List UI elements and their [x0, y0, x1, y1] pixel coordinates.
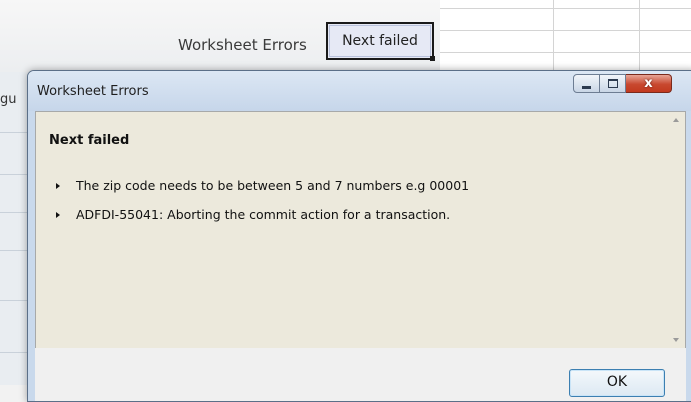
- error-message-text: The zip code needs to be between 5 and 7…: [76, 178, 470, 193]
- minimize-button[interactable]: [573, 74, 600, 93]
- dialog-footer: OK: [35, 348, 686, 401]
- vertical-scrollbar[interactable]: [668, 112, 685, 348]
- bullet-icon: [56, 182, 60, 189]
- error-message-item: The zip code needs to be between 5 and 7…: [56, 178, 469, 193]
- ok-label: OK: [606, 374, 628, 390]
- ok-button[interactable]: OK: [569, 369, 665, 397]
- resize-handle: [430, 56, 435, 61]
- next-failed-label: Next failed: [342, 33, 418, 49]
- worksheet-errors-title: Worksheet Errors: [178, 36, 307, 54]
- minimize-icon: [582, 86, 591, 89]
- maximize-icon: [607, 79, 618, 88]
- close-icon: x: [644, 76, 653, 91]
- dialog-title: Worksheet Errors: [37, 84, 149, 99]
- error-message-text: ADFDI-55041: Aborting the commit action …: [76, 207, 451, 222]
- clipped-label: gu: [0, 92, 17, 107]
- worksheet-errors-dialog: Worksheet Errors x Next failed The zip c…: [27, 70, 691, 402]
- left-panel: [0, 72, 28, 385]
- bullet-icon: [56, 211, 60, 218]
- scroll-down-arrow-icon[interactable]: [673, 338, 679, 342]
- spreadsheet-grid: [440, 0, 691, 72]
- window-controls: x: [573, 74, 672, 94]
- error-message-panel: Next failed The zip code needs to be bet…: [35, 111, 686, 349]
- dialog-titlebar[interactable]: Worksheet Errors x: [28, 71, 691, 111]
- close-button[interactable]: x: [626, 74, 672, 93]
- scroll-up-arrow-icon[interactable]: [673, 118, 679, 122]
- maximize-button[interactable]: [600, 74, 626, 93]
- message-title: Next failed: [49, 133, 130, 148]
- error-message-item: ADFDI-55041: Aborting the commit action …: [56, 207, 450, 222]
- next-failed-button[interactable]: Next failed: [326, 22, 435, 61]
